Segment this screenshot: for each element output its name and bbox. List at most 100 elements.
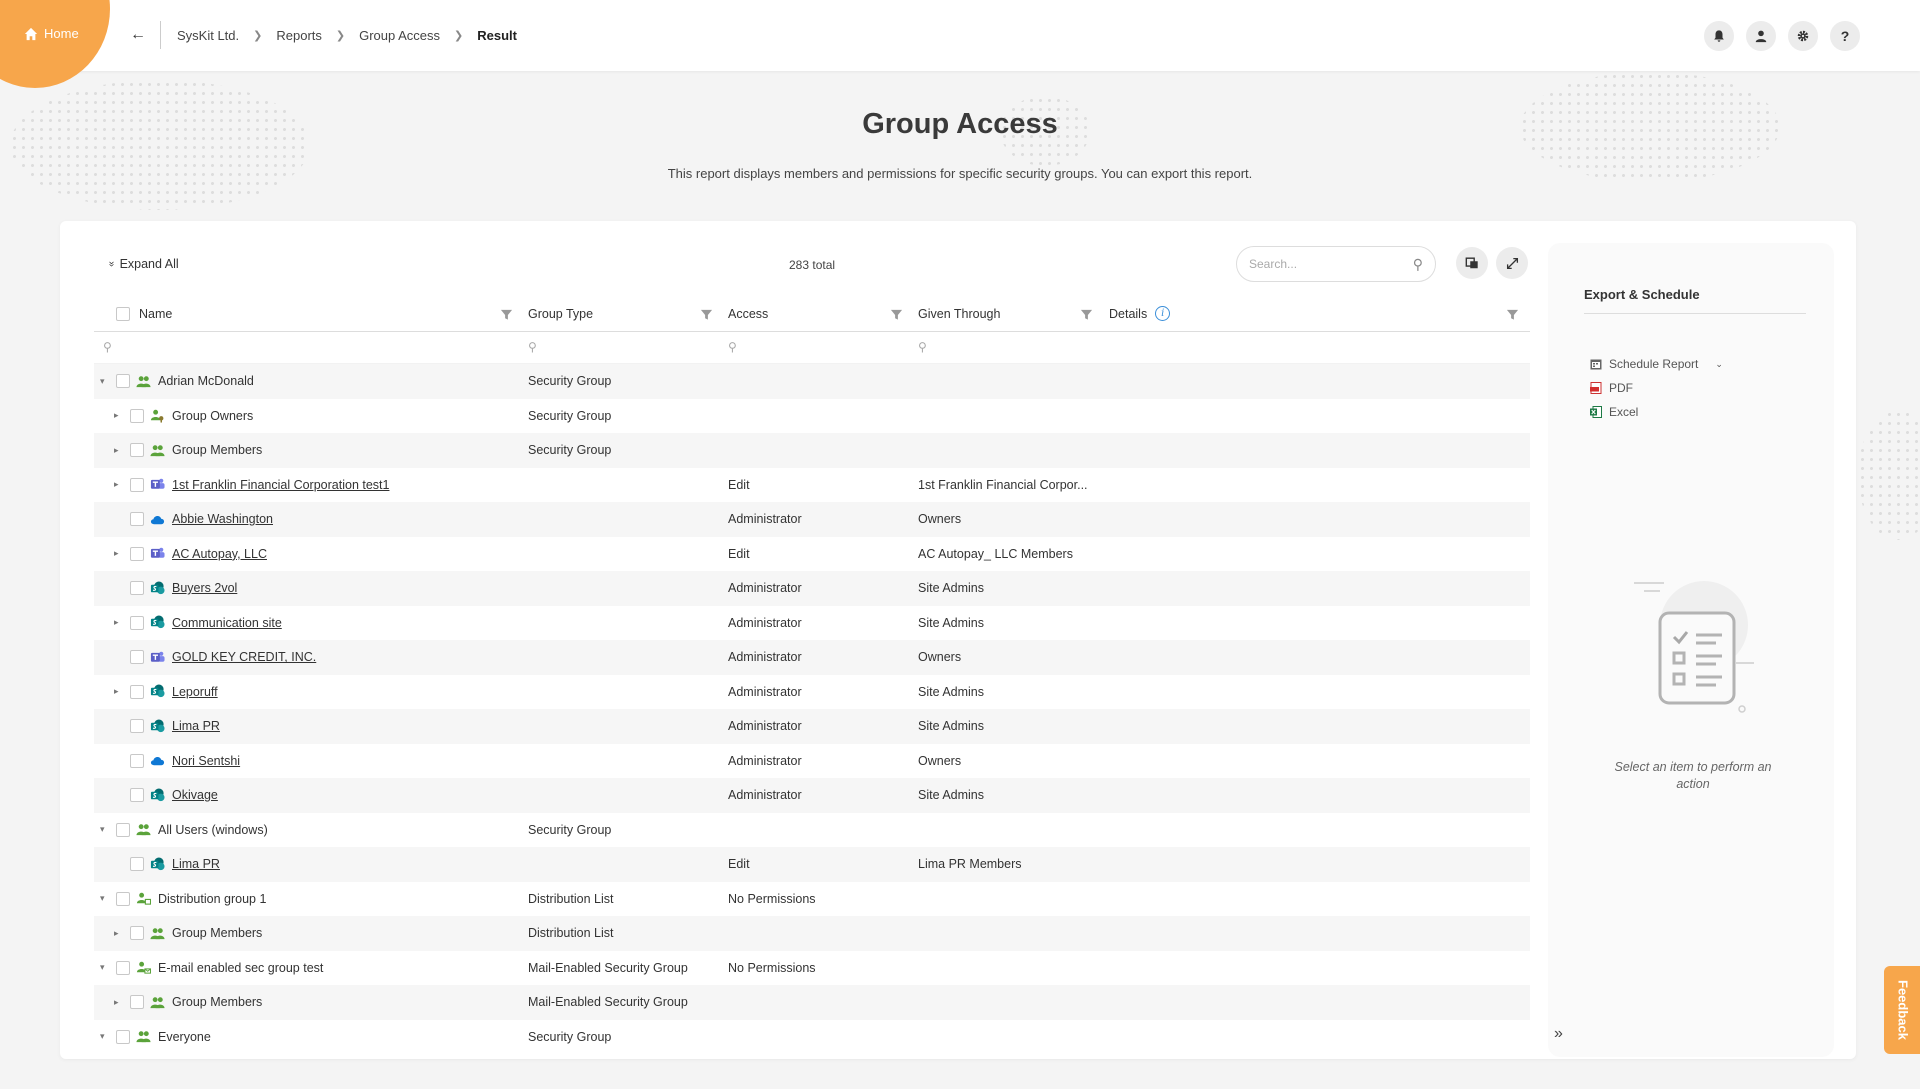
- search-icon[interactable]: ⚲: [103, 340, 112, 354]
- notifications-button[interactable]: [1704, 21, 1734, 51]
- info-icon[interactable]: i: [1155, 306, 1171, 321]
- export-excel-button[interactable]: Excel: [1590, 405, 1638, 419]
- row-checkbox[interactable]: [116, 822, 130, 837]
- cell-name[interactable]: Lima PR: [150, 847, 220, 882]
- row-checkbox[interactable]: [130, 684, 144, 699]
- table-row[interactable]: Lima PR Edit Lima PR Members: [94, 847, 1530, 882]
- cell-name[interactable]: GOLD KEY CREDIT, INC.: [150, 640, 316, 675]
- table-row[interactable]: ▸ Group Members Distribution List: [94, 916, 1530, 951]
- help-button[interactable]: ?: [1830, 21, 1860, 51]
- row-checkbox[interactable]: [130, 408, 144, 423]
- cell-name[interactable]: Abbie Washington: [150, 502, 273, 537]
- row-checkbox[interactable]: [116, 374, 130, 388]
- caret-right-icon[interactable]: ▸: [114, 433, 119, 468]
- row-name[interactable]: Lima PR: [172, 857, 220, 871]
- table-row[interactable]: Nori Sentshi Administrator Owners: [94, 744, 1530, 779]
- row-checkbox[interactable]: [130, 443, 144, 457]
- column-header-access[interactable]: Access: [728, 296, 768, 331]
- profile-button[interactable]: [1746, 21, 1776, 51]
- table-row[interactable]: ▾ Distribution group 1 Distribution List No…: [94, 882, 1530, 917]
- caret-right-icon[interactable]: ▸: [114, 675, 119, 710]
- caret-down-icon[interactable]: ▾: [100, 882, 105, 917]
- row-checkbox[interactable]: [116, 1029, 130, 1044]
- row-checkbox[interactable]: [116, 891, 130, 906]
- filter-funnel-icon[interactable]: [500, 308, 513, 321]
- caret-right-icon[interactable]: ▸: [114, 537, 119, 572]
- row-name[interactable]: AC Autopay, LLC: [172, 547, 267, 561]
- caret-down-icon[interactable]: ▾: [100, 813, 105, 848]
- row-name[interactable]: Buyers 2vol: [172, 581, 237, 595]
- row-name[interactable]: Lima PR: [172, 719, 220, 733]
- row-checkbox[interactable]: [116, 960, 130, 975]
- row-checkbox[interactable]: [130, 753, 144, 768]
- select-all-checkbox[interactable]: [116, 307, 130, 321]
- table-row[interactable]: ▾ All Users (windows) Security Group: [94, 813, 1530, 848]
- table-row[interactable]: ▸ Leporuff Administrator Site Admins: [94, 675, 1530, 710]
- row-checkbox[interactable]: [130, 788, 144, 802]
- cell-name[interactable]: Lima PR: [150, 709, 220, 744]
- search-input[interactable]: [1249, 257, 1413, 271]
- row-checkbox[interactable]: [130, 926, 144, 940]
- row-checkbox[interactable]: [130, 546, 144, 561]
- row-checkbox[interactable]: [130, 995, 144, 1009]
- row-checkbox[interactable]: [130, 650, 144, 664]
- search-icon[interactable]: ⚲: [728, 340, 737, 354]
- row-checkbox[interactable]: [130, 581, 144, 595]
- feedback-tab[interactable]: Feedback: [1884, 966, 1920, 1054]
- expand-all-button[interactable]: » Expand All: [106, 257, 179, 271]
- table-row[interactable]: ▸ Group Members Security Group: [94, 433, 1530, 468]
- row-name[interactable]: GOLD KEY CREDIT, INC.: [172, 650, 316, 664]
- row-name[interactable]: Okivage: [172, 788, 218, 802]
- breadcrumb-item-reports[interactable]: Reports: [276, 28, 322, 43]
- column-chooser-button[interactable]: [1456, 247, 1488, 279]
- table-row[interactable]: ▾ E-mail enabled sec group test Mail-Enabl…: [94, 951, 1530, 986]
- home-button[interactable]: Home: [24, 26, 79, 41]
- row-checkbox[interactable]: [130, 512, 144, 526]
- search-icon[interactable]: ⚲: [918, 340, 927, 354]
- row-name[interactable]: Communication site: [172, 616, 282, 630]
- caret-right-icon[interactable]: ▸: [114, 606, 119, 641]
- cell-name[interactable]: Leporuff: [150, 675, 218, 710]
- column-header-given-through[interactable]: Given Through: [918, 296, 1000, 331]
- column-header-details[interactable]: Details i: [1109, 296, 1171, 331]
- schedule-report-button[interactable]: Schedule Report ⌄: [1590, 357, 1723, 371]
- caret-down-icon[interactable]: ▾: [100, 1020, 105, 1055]
- cell-name[interactable]: Communication site: [150, 606, 282, 641]
- cell-name[interactable]: 1st Franklin Financial Corporation test1: [150, 468, 389, 503]
- breadcrumb-item-group-access[interactable]: Group Access: [359, 28, 440, 43]
- table-row[interactable]: ▾ Everyone Security Group: [94, 1020, 1530, 1055]
- column-header-group-type[interactable]: Group Type: [528, 296, 593, 331]
- caret-right-icon[interactable]: ▸: [114, 399, 119, 434]
- table-row[interactable]: Buyers 2vol Administrator Site Admins: [94, 571, 1530, 606]
- table-row[interactable]: ▸ Group Members Mail-Enabled Security Grou…: [94, 985, 1530, 1020]
- filter-funnel-icon[interactable]: [700, 308, 713, 321]
- breadcrumb-item-tenant[interactable]: SysKit Ltd.: [177, 28, 239, 43]
- cell-name[interactable]: Okivage: [150, 778, 218, 813]
- row-name[interactable]: Leporuff: [172, 685, 218, 699]
- caret-right-icon[interactable]: ▸: [114, 985, 119, 1020]
- cell-name[interactable]: Buyers 2vol: [150, 571, 237, 606]
- row-name[interactable]: Abbie Washington: [172, 512, 273, 526]
- table-row[interactable]: Okivage Administrator Site Admins: [94, 778, 1530, 813]
- fullscreen-button[interactable]: [1496, 247, 1528, 279]
- caret-right-icon[interactable]: ▸: [114, 468, 119, 503]
- table-row[interactable]: ▸ Group Owners Security Group: [94, 399, 1530, 434]
- table-row[interactable]: GOLD KEY CREDIT, INC. Administrator Owners: [94, 640, 1530, 675]
- row-name[interactable]: 1st Franklin Financial Corporation test1: [172, 478, 389, 492]
- search-icon[interactable]: ⚲: [528, 340, 537, 354]
- row-name[interactable]: Nori Sentshi: [172, 754, 240, 768]
- settings-button[interactable]: [1788, 21, 1818, 51]
- back-arrow-icon[interactable]: ←: [130, 26, 146, 44]
- filter-funnel-icon[interactable]: [1506, 308, 1519, 321]
- row-checkbox[interactable]: [130, 477, 144, 492]
- row-checkbox[interactable]: [130, 719, 144, 733]
- table-row[interactable]: ▸ 1st Franklin Financial Corporation test…: [94, 468, 1530, 503]
- row-checkbox[interactable]: [130, 857, 144, 871]
- table-row[interactable]: ▸ Communication site Administrator Site Adm…: [94, 606, 1530, 641]
- row-checkbox[interactable]: [130, 615, 144, 630]
- table-row[interactable]: ▾ Adrian McDonald Security Group: [94, 364, 1530, 399]
- caret-down-icon[interactable]: ▾: [100, 951, 105, 986]
- cell-name[interactable]: AC Autopay, LLC: [150, 537, 267, 572]
- table-row[interactable]: Lima PR Administrator Site Admins: [94, 709, 1530, 744]
- table-row[interactable]: Abbie Washington Administrator Owners: [94, 502, 1530, 537]
